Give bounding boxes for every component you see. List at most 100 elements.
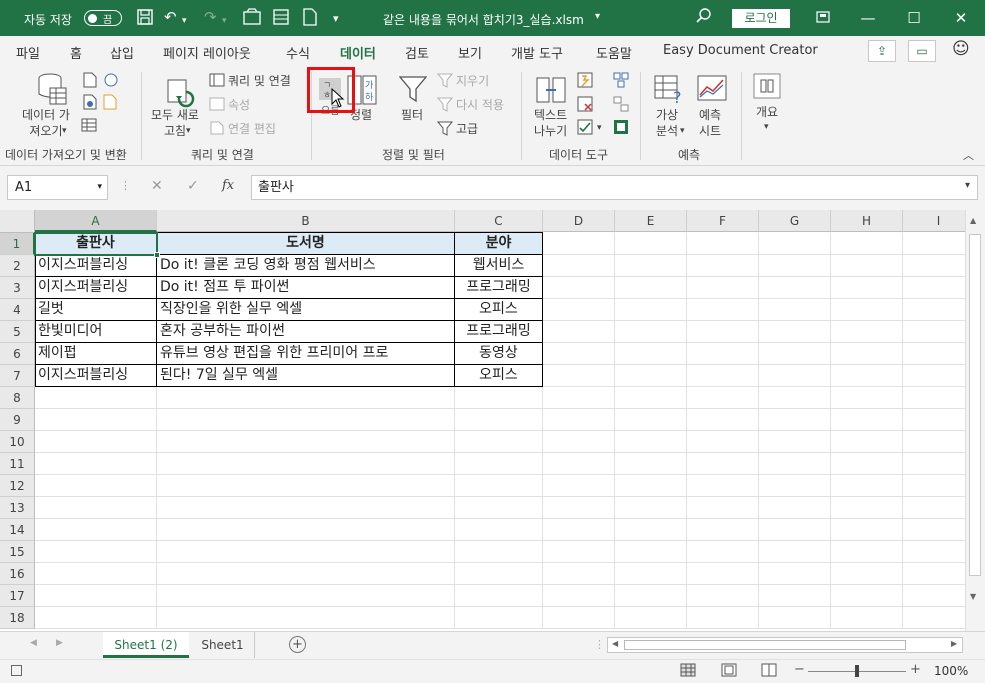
cell[interactable]: [35, 607, 157, 629]
cell[interactable]: [543, 365, 615, 387]
cell[interactable]: [687, 409, 759, 431]
cell[interactable]: [687, 607, 759, 629]
cell[interactable]: [687, 365, 759, 387]
cell[interactable]: [543, 453, 615, 475]
cell[interactable]: [615, 497, 687, 519]
cell[interactable]: [455, 387, 543, 409]
page-layout-view-icon[interactable]: [721, 663, 737, 680]
cell[interactable]: [903, 585, 965, 607]
cell[interactable]: [615, 365, 687, 387]
column-header-f[interactable]: F: [687, 210, 759, 232]
search-icon[interactable]: [696, 8, 712, 28]
cell[interactable]: [831, 585, 903, 607]
next-sheet-icon[interactable]: ▶: [56, 638, 63, 648]
cell[interactable]: [543, 519, 615, 541]
cell[interactable]: [831, 387, 903, 409]
cell[interactable]: [543, 541, 615, 563]
queries-connections-icon[interactable]: [209, 73, 225, 90]
cell[interactable]: [687, 541, 759, 563]
relationships-icon[interactable]: [613, 96, 629, 115]
cell[interactable]: [831, 321, 903, 343]
cell[interactable]: [35, 519, 157, 541]
cell[interactable]: [615, 431, 687, 453]
forecast-sheet-label[interactable]: 예측 시트: [699, 107, 721, 139]
login-button[interactable]: 로그인: [732, 9, 790, 28]
cell[interactable]: [157, 519, 455, 541]
cell[interactable]: [35, 387, 157, 409]
add-sheet-icon[interactable]: +: [289, 636, 306, 653]
cell[interactable]: [759, 453, 831, 475]
what-if-icon[interactable]: ?: [654, 75, 686, 108]
row-header-7[interactable]: 7: [0, 365, 35, 387]
scroll-up-icon[interactable]: ▲: [970, 216, 976, 225]
flash-fill-icon[interactable]: [577, 72, 593, 91]
table-cell[interactable]: 길벗: [35, 299, 157, 321]
enter-icon[interactable]: ✓: [187, 178, 199, 194]
cell[interactable]: [35, 475, 157, 497]
tab-easy-document-creator[interactable]: Easy Document Creator: [663, 43, 818, 58]
page-break-view-icon[interactable]: [761, 663, 777, 680]
row-header-13[interactable]: 13: [0, 497, 35, 519]
refresh-all-label[interactable]: 모두 새로 고침: [151, 107, 199, 139]
cell[interactable]: [759, 541, 831, 563]
existing-connections-icon[interactable]: [81, 118, 97, 135]
cell[interactable]: [543, 387, 615, 409]
table-cell[interactable]: 웹서비스: [455, 255, 543, 277]
cell[interactable]: [157, 453, 455, 475]
cell[interactable]: [831, 277, 903, 299]
cell[interactable]: [759, 519, 831, 541]
cell[interactable]: [831, 365, 903, 387]
cell[interactable]: [903, 431, 965, 453]
advanced-filter-label[interactable]: 고급: [456, 121, 478, 137]
cell[interactable]: [157, 607, 455, 629]
row-header-3[interactable]: 3: [0, 277, 35, 299]
cell[interactable]: [903, 607, 965, 629]
scroll-down-icon[interactable]: ▼: [970, 592, 976, 601]
queries-connections-label[interactable]: 쿼리 및 연결: [228, 73, 291, 89]
column-header-d[interactable]: D: [543, 210, 615, 232]
row-header-9[interactable]: 9: [0, 409, 35, 431]
table-cell[interactable]: 된다! 7일 실무 엑셀: [157, 365, 455, 387]
row-header-18[interactable]: 18: [0, 607, 35, 629]
filter-icon[interactable]: [398, 75, 428, 106]
cell[interactable]: [903, 409, 965, 431]
cell[interactable]: [687, 475, 759, 497]
cell[interactable]: [831, 475, 903, 497]
scroll-right-icon[interactable]: ▶: [951, 639, 957, 648]
data-model-icon[interactable]: [613, 119, 629, 138]
table-cell[interactable]: 이지스퍼블리싱: [35, 365, 157, 387]
row-header-1[interactable]: 1: [0, 233, 35, 255]
consolidate-icon[interactable]: [613, 72, 629, 91]
cell[interactable]: [903, 255, 965, 277]
zoom-in-icon[interactable]: +: [910, 662, 921, 677]
vertical-scrollbar[interactable]: ▲ ▼: [965, 210, 985, 631]
column-header-i[interactable]: I: [903, 210, 965, 232]
cell[interactable]: [759, 365, 831, 387]
cell[interactable]: [759, 321, 831, 343]
zoom-level[interactable]: 100%: [934, 664, 968, 678]
form-icon[interactable]: [272, 8, 290, 30]
cell[interactable]: [543, 277, 615, 299]
macro-record-icon[interactable]: [11, 665, 22, 676]
cell[interactable]: [543, 409, 615, 431]
cell[interactable]: [455, 607, 543, 629]
cell[interactable]: [615, 541, 687, 563]
cell[interactable]: [831, 563, 903, 585]
row-header-2[interactable]: 2: [0, 255, 35, 277]
cell[interactable]: [831, 255, 903, 277]
horizontal-scroll-thumb[interactable]: [624, 640, 906, 650]
outline-label[interactable]: 개요: [756, 104, 778, 120]
cell[interactable]: [455, 409, 543, 431]
zoom-out-icon[interactable]: −: [794, 662, 805, 677]
cell[interactable]: [903, 299, 965, 321]
cell[interactable]: [615, 299, 687, 321]
cell[interactable]: [759, 277, 831, 299]
ribbon-display-icon[interactable]: [808, 6, 838, 30]
table-cell[interactable]: 이지스퍼블리싱: [35, 277, 157, 299]
remove-duplicates-icon[interactable]: [577, 96, 593, 115]
cell[interactable]: [615, 321, 687, 343]
cell[interactable]: [687, 343, 759, 365]
recent-sources-icon[interactable]: [103, 94, 119, 113]
normal-view-icon[interactable]: [680, 663, 696, 680]
cell[interactable]: [687, 277, 759, 299]
